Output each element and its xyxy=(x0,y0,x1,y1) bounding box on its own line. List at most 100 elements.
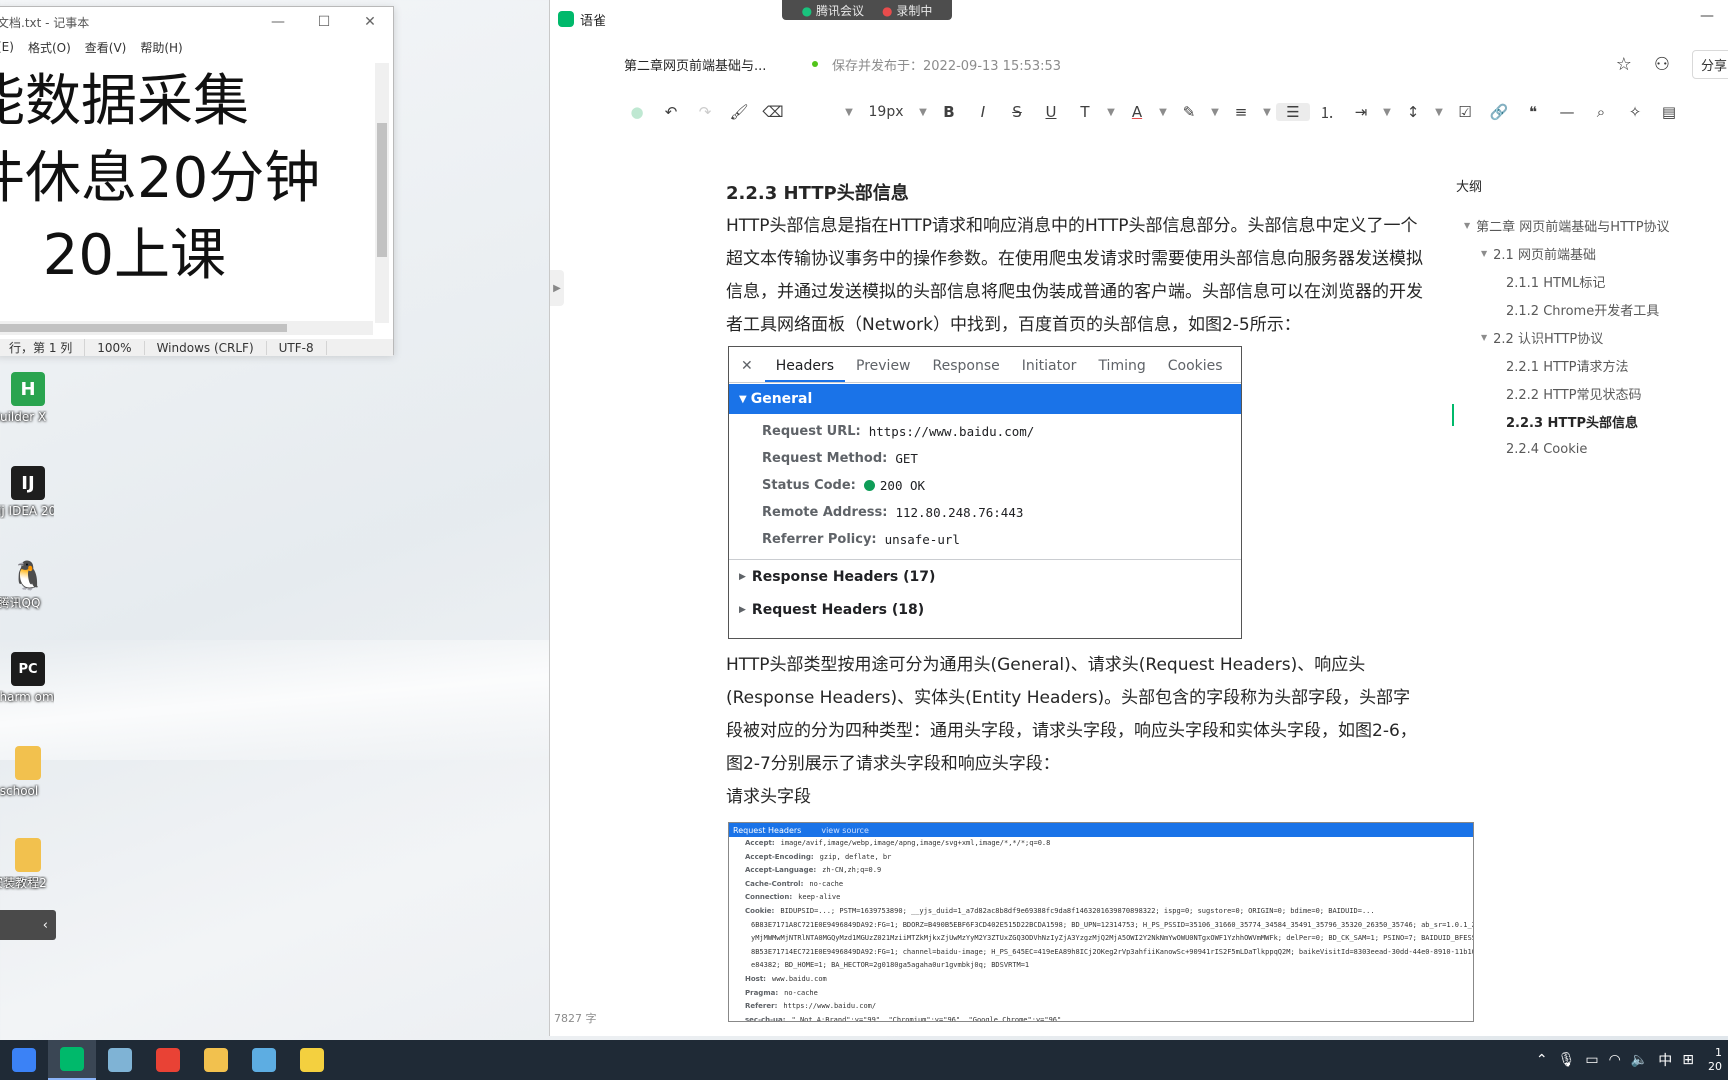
menu-view[interactable]: 查看(V) xyxy=(85,39,127,56)
magic-icon[interactable]: ✧ xyxy=(1618,103,1652,121)
align-icon[interactable]: ≡ xyxy=(1224,103,1258,121)
ime-indicator[interactable]: 中 xyxy=(1658,1050,1672,1070)
caret-down-icon[interactable]: ▼ xyxy=(1481,249,1487,258)
outline-item[interactable]: 2.1.1 HTML标记 xyxy=(1452,267,1728,295)
bold-icon[interactable]: B xyxy=(932,103,966,121)
line-spacing-icon[interactable]: ↕ xyxy=(1396,103,1430,121)
strikethrough-icon[interactable]: S xyxy=(1000,103,1034,121)
undo-icon[interactable]: ↶ xyxy=(654,103,688,121)
request-header-line: Accept-Language: zh-CN,zh;q=0.9 xyxy=(729,864,1473,878)
chevron-down-icon[interactable]: ▼ xyxy=(914,107,932,118)
task-list-icon[interactable]: ☑ xyxy=(1448,103,1482,121)
chevron-down-icon[interactable]: ▼ xyxy=(1102,107,1120,118)
desktop-icon-qq[interactable]: 🐧 腾讯QQ xyxy=(0,558,56,611)
menu-help[interactable]: 帮助(H) xyxy=(140,39,182,56)
chevron-down-icon[interactable]: ▼ xyxy=(1378,107,1396,118)
menu-edit[interactable]: (E) xyxy=(0,40,14,54)
collaborate-icon[interactable]: ⚇ xyxy=(1654,54,1670,75)
font-color-icon[interactable]: A xyxy=(1120,103,1154,121)
notepad-titlebar[interactable]: 文档.txt - 记事本 — ☐ ✕ xyxy=(0,7,393,37)
battery-icon[interactable]: ▭ xyxy=(1585,1052,1598,1068)
desktop-floating-tool[interactable]: ‹ xyxy=(0,910,56,940)
microphone-icon[interactable]: 🎙 xyxy=(1558,1052,1576,1068)
minimize-button[interactable]: — xyxy=(255,7,301,37)
link-icon[interactable]: 🔗 xyxy=(1482,103,1516,121)
desktop-icon-install-guide[interactable]: 安装教程2 xyxy=(0,838,56,891)
more-format-icon[interactable]: T xyxy=(1068,103,1102,121)
outline-item[interactable]: 2.2.2 HTTP常见状态码 xyxy=(1452,379,1728,407)
text-line: 能数据采集 xyxy=(0,69,249,134)
more-icon[interactable]: ▤ xyxy=(1652,103,1686,121)
yuque-titlebar[interactable]: 语雀 xyxy=(550,0,1728,38)
share-button[interactable]: 分享 xyxy=(1691,49,1728,79)
star-icon[interactable]: ☆ xyxy=(1616,54,1632,75)
desktop-icon-school[interactable]: school xyxy=(0,746,56,799)
taskbar-app[interactable] xyxy=(288,1040,336,1080)
chevron-down-icon[interactable]: ▼ xyxy=(1258,107,1276,118)
chevron-down-icon[interactable]: ▼ xyxy=(1154,107,1172,118)
chevron-down-icon[interactable]: ▼ xyxy=(1430,107,1448,118)
outline-item[interactable]: 2.2.1 HTTP请求方法 xyxy=(1452,351,1728,379)
scroll-thumb[interactable] xyxy=(377,123,387,257)
notepad-window[interactable]: 文档.txt - 记事本 — ☐ ✕ (E) 格式(O) 查看(V) 帮助(H)… xyxy=(0,6,394,356)
word-count: 7827 字 xyxy=(554,1012,597,1025)
redo-icon[interactable]: ↷ xyxy=(688,103,722,121)
underline-icon[interactable]: U xyxy=(1034,103,1068,121)
vertical-scrollbar[interactable] xyxy=(375,63,389,323)
chevron-down-icon[interactable]: ▼ xyxy=(1206,107,1224,118)
outline-item[interactable]: ▼ 2.2 认识HTTP协议 xyxy=(1452,323,1728,351)
quote-icon[interactable]: ❝ xyxy=(1516,103,1550,121)
bullet-list-icon[interactable]: ☰ xyxy=(1276,103,1310,121)
indent-icon[interactable]: ⇥ xyxy=(1344,103,1378,121)
taskbar-app[interactable] xyxy=(96,1040,144,1080)
taskbar-app[interactable] xyxy=(144,1040,192,1080)
clear-format-icon[interactable]: ⌫ xyxy=(756,103,790,121)
volume-icon[interactable]: 🔈 xyxy=(1631,1052,1648,1068)
outline-item[interactable]: 2.1.2 Chrome开发者工具 xyxy=(1452,295,1728,323)
outline-title: 大纲 xyxy=(1456,180,1483,195)
notepad-menubar: (E) 格式(O) 查看(V) 帮助(H) xyxy=(0,37,393,57)
devtools-tabs: ✕ Headers Preview Response Initiator Tim… xyxy=(729,347,1241,383)
encoding: UTF-8 xyxy=(267,340,327,355)
request-headers-figure: Request Headers view source Accept: image… xyxy=(728,822,1474,1022)
outline-item-label: 2.2 认识HTTP协议 xyxy=(1493,331,1604,347)
search-replace-icon[interactable]: ⌕ xyxy=(1584,103,1618,121)
grid-icon[interactable]: ⊞ xyxy=(1682,1052,1694,1068)
taskbar-app[interactable] xyxy=(240,1040,288,1080)
horizontal-scrollbar[interactable] xyxy=(0,321,373,335)
outline-item[interactable]: ▼ 2.1 网页前端基础 xyxy=(1452,239,1728,267)
sidebar-toggle[interactable]: ▶ xyxy=(550,270,564,306)
desktop-icon-pycharm[interactable]: PC yCharm ommuni... xyxy=(0,652,56,705)
chevron-up-icon[interactable]: ⌃ xyxy=(1536,1052,1548,1068)
doc-title[interactable]: 第二章网页前端基础与... xyxy=(624,55,794,74)
clock[interactable]: 1 20 xyxy=(1704,1046,1722,1074)
meeting-recording-bar[interactable]: ● 腾讯会议 ● 录制中 xyxy=(782,0,952,20)
outline-item[interactable]: 2.2.4 Cookie xyxy=(1452,435,1728,463)
document-body[interactable]: 2.2.3 HTTP头部信息 HTTP头部信息是指在HTTP请求和响应消息中的H… xyxy=(726,178,1474,1022)
notepad-text-area[interactable]: 能数据采集 件休息20分钟 ： 20上课 xyxy=(0,63,371,321)
desktop-icon-intellij[interactable]: IJ ellij IDEA 2022.2.1 xyxy=(0,466,56,519)
insert-icon[interactable]: ● xyxy=(620,103,654,121)
divider-icon[interactable]: — xyxy=(1550,103,1584,121)
italic-icon[interactable]: I xyxy=(966,103,1000,121)
maximize-button[interactable]: ☐ xyxy=(301,7,347,37)
scroll-thumb[interactable] xyxy=(0,324,287,332)
taskbar-app[interactable] xyxy=(192,1040,240,1080)
taskbar-app[interactable] xyxy=(0,1040,48,1080)
taskbar-app[interactable] xyxy=(48,1040,96,1080)
caret-down-icon[interactable]: ▼ xyxy=(1481,333,1487,342)
highlight-icon[interactable]: ✎ xyxy=(1172,103,1206,121)
wifi-icon[interactable]: ◠ xyxy=(1609,1052,1621,1068)
outline-item[interactable]: ▼ 第二章 网页前端基础与HTTP协议 xyxy=(1452,211,1728,239)
minimize-button[interactable]: — xyxy=(1700,8,1714,24)
outline-item[interactable]: 2.2.3 HTTP头部信息 xyxy=(1452,407,1728,435)
font-size-select[interactable]: 19px xyxy=(858,104,914,120)
yuque-window[interactable]: 语雀 ● 腾讯会议 ● 录制中 — 第二章网页前端基础与... 保存并发布于：2… xyxy=(549,0,1728,1036)
ordered-list-icon[interactable]: ⒈ xyxy=(1310,102,1344,123)
menu-format[interactable]: 格式(O) xyxy=(28,39,71,56)
chevron-down-icon[interactable]: ▼ xyxy=(840,107,858,118)
close-button[interactable]: ✕ xyxy=(347,7,393,37)
caret-down-icon[interactable]: ▼ xyxy=(1464,221,1470,230)
format-painter-icon[interactable]: 🖌 xyxy=(722,103,756,121)
desktop-icon-hbuilder[interactable]: H Builder X xyxy=(0,372,56,425)
